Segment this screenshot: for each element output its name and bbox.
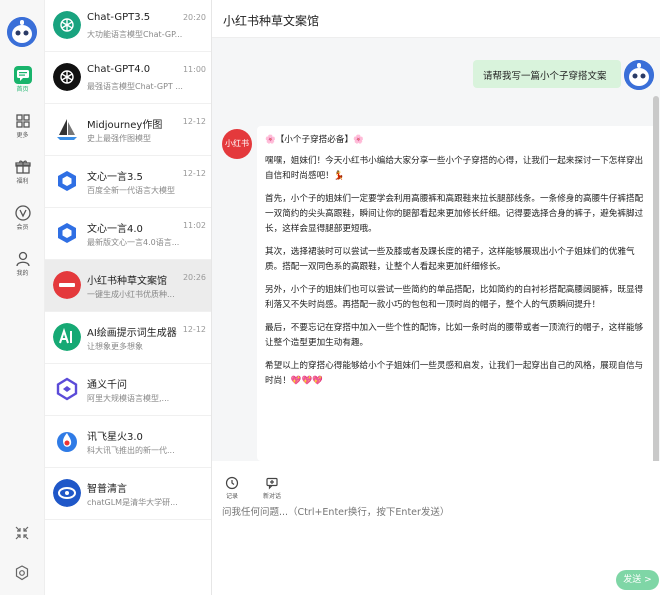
chat-icon [13, 66, 32, 84]
nav-rail: 首页 更多 福利 会员 我的 [0, 0, 45, 595]
send-button[interactable]: 发送 > [616, 570, 659, 590]
grid-icon [14, 112, 32, 130]
settings-icon[interactable] [13, 564, 31, 582]
xiaohongshu-icon [53, 271, 81, 299]
zhipu-icon [53, 479, 81, 507]
conversation-desc: 一键生成小红书优质种... [87, 290, 175, 299]
conversation-desc: 最强语言模型Chat-GPT ... [87, 82, 183, 91]
bot-message-paragraph: 最后，不要忘记在穿搭中加入一些个性的配饰，比如一条时尚的腰带或者一顶流行的帽子，… [265, 323, 644, 348]
conversation-item[interactable]: AI绘画提示词生成器 12-12 让想象更多想象 [45, 312, 211, 364]
conversation-desc: 史上最强作图模型 [87, 134, 151, 143]
conversation-time: 20:20 [182, 13, 206, 22]
nav-label: 会员 [16, 224, 29, 231]
user-icon [14, 250, 32, 268]
conversation-time: 12-12 [182, 169, 206, 178]
conversation-name: 文心一言4.0 [87, 224, 143, 235]
bot-message-paragraph: 首先，小个子的姐妹们一定要学会利用高腰裤和高跟鞋来拉长腿部线条。一条修身的高腰牛… [265, 194, 644, 234]
tongyi-icon [53, 375, 81, 403]
nav-item-home[interactable]: 首页 [0, 66, 45, 94]
composer-toolbar: 记录 新对话 [212, 475, 660, 503]
history-button[interactable]: 记录 [217, 475, 247, 500]
conversation-item[interactable]: Chat-GPT4.0 11:00 最强语言模型Chat-GPT ... [45, 52, 211, 104]
vip-icon [14, 204, 32, 222]
conversation-time: 12-12 [182, 325, 206, 334]
bot-message: 🌸【小个子穿搭必备】🌸 嘿嘿，姐妹们！今天小红书小编给大家分享一些小个子穿搭的心… [257, 126, 657, 461]
chatgpt-icon [53, 63, 81, 91]
conversation-name: 通义千问 [87, 380, 127, 391]
chat-header: 小红书种草文案馆 [212, 0, 660, 38]
conversation-item[interactable]: Chat-GPT3.5 20:20 大功能语言模型Chat-GP... [45, 0, 211, 52]
wenxin-icon [53, 167, 81, 195]
bot-message-paragraph: 嘿嘿，姐妹们！今天小红书小编给大家分享一些小个子穿搭的心得，让我们一起来探讨一下… [265, 156, 644, 181]
nav-item-more[interactable]: 更多 [0, 112, 45, 140]
ai-icon [53, 323, 81, 351]
scrollbar[interactable] [653, 96, 659, 461]
new-chat-icon [265, 475, 279, 490]
conversation-desc: 大功能语言模型Chat-GP... [87, 30, 183, 39]
conversation-name: AI绘画提示词生成器 [87, 328, 177, 339]
page-title: 小红书种草文案馆 [223, 14, 320, 28]
clock-icon [225, 475, 239, 490]
conversation-item[interactable]: Midjourney作图 12-12 史上最强作图模型 [45, 104, 211, 156]
conversation-list: Chat-GPT3.5 20:20 大功能语言模型Chat-GP... Chat… [45, 0, 212, 595]
conversation-item[interactable]: 智普清言 chatGLM是清华大学研... [45, 468, 211, 520]
conversation-item[interactable]: 通义千问 阿里大规模语言模型,... [45, 364, 211, 416]
bot-message-paragraph: 另外，小个子的姐妹们也可以尝试一些简约的单品搭配，比如简约的白衬衫搭配高腰阔腿裤… [265, 285, 644, 310]
nav-item-mine[interactable]: 我的 [0, 250, 45, 278]
chatgpt-icon [53, 11, 81, 39]
conversation-time: 11:02 [182, 221, 206, 230]
conversation-item-active[interactable]: 小红书种草文案馆 20:26 一键生成小红书优质种... [45, 260, 211, 312]
conversation-desc: 阿里大规模语言模型,... [87, 394, 170, 403]
message-input[interactable] [222, 505, 650, 519]
nav-item-welfare[interactable]: 福利 [0, 158, 45, 186]
user-message: 请帮我写一篇小个子穿搭文案 [473, 60, 621, 88]
chat-main: 小红书种草文案馆 请帮我写一篇小个子穿搭文案 小红书 🌸【小个子穿搭必备】🌸 嘿… [212, 0, 660, 595]
xunfei-icon [53, 427, 81, 455]
bot-message-paragraph: 希望以上的穿搭心得能够给小个子姐妹们一些灵感和启发，让我们一起穿出自己的风格，展… [265, 361, 644, 386]
conversation-desc: 最新版文心一言4.0语言... [87, 238, 180, 247]
nav-label: 更多 [16, 132, 29, 139]
conversation-item[interactable]: 文心一言3.5 12-12 百度全新一代语言大模型 [45, 156, 211, 208]
conversation-desc: chatGLM是清华大学研... [87, 498, 178, 507]
conversation-desc: 让想象更多想象 [87, 342, 143, 351]
wenxin-icon [53, 219, 81, 247]
user-avatar [624, 60, 654, 90]
conversation-item[interactable]: 文心一言4.0 11:02 最新版文心一言4.0语言... [45, 208, 211, 260]
nav-label: 首页 [16, 86, 29, 93]
app-window: 首页 更多 福利 会员 我的 Chat-GPT3.5 20:20 大功能语言模型… [0, 0, 660, 595]
app-logo [7, 17, 37, 47]
conversation-name: 智普清言 [87, 484, 127, 495]
tool-label: 记录 [225, 493, 238, 500]
conversation-name: Chat-GPT4.0 [87, 64, 151, 75]
nav-label: 我的 [16, 270, 29, 277]
nav-item-vip[interactable]: 会员 [0, 204, 45, 232]
conversation-desc: 科大讯飞推出的新一代... [87, 446, 175, 455]
collapse-icon[interactable] [13, 524, 31, 542]
bot-avatar: 小红书 [222, 129, 252, 159]
bot-message-paragraph: 其次，选择裙装时可以尝试一些及膝或者及踝长度的裙子，这样能够展现出小个子姐妹们的… [265, 247, 635, 272]
conversation-desc: 百度全新一代语言大模型 [87, 186, 175, 195]
conversation-name: Midjourney作图 [87, 120, 163, 131]
gift-icon [14, 158, 32, 176]
conversation-item[interactable]: 讯飞星火3.0 科大讯飞推出的新一代... [45, 416, 211, 468]
nav-label: 福利 [16, 178, 29, 185]
message-area[interactable]: 请帮我写一篇小个子穿搭文案 小红书 🌸【小个子穿搭必备】🌸 嘿嘿，姐妹们！今天小… [212, 38, 660, 461]
conversation-time: 12-12 [182, 117, 206, 126]
bot-message-title: 🌸【小个子穿搭必备】🌸 [265, 135, 364, 145]
sailboat-icon [53, 115, 81, 143]
conversation-name: 文心一言3.5 [87, 172, 143, 183]
tool-label: 新对话 [262, 493, 281, 500]
conversation-name: 小红书种草文案馆 [87, 276, 167, 287]
new-chat-button[interactable]: 新对话 [257, 475, 287, 500]
conversation-time: 20:26 [182, 273, 206, 282]
conversation-name: 讯飞星火3.0 [87, 432, 143, 443]
conversation-time: 11:00 [182, 65, 206, 74]
conversation-name: Chat-GPT3.5 [87, 12, 151, 23]
